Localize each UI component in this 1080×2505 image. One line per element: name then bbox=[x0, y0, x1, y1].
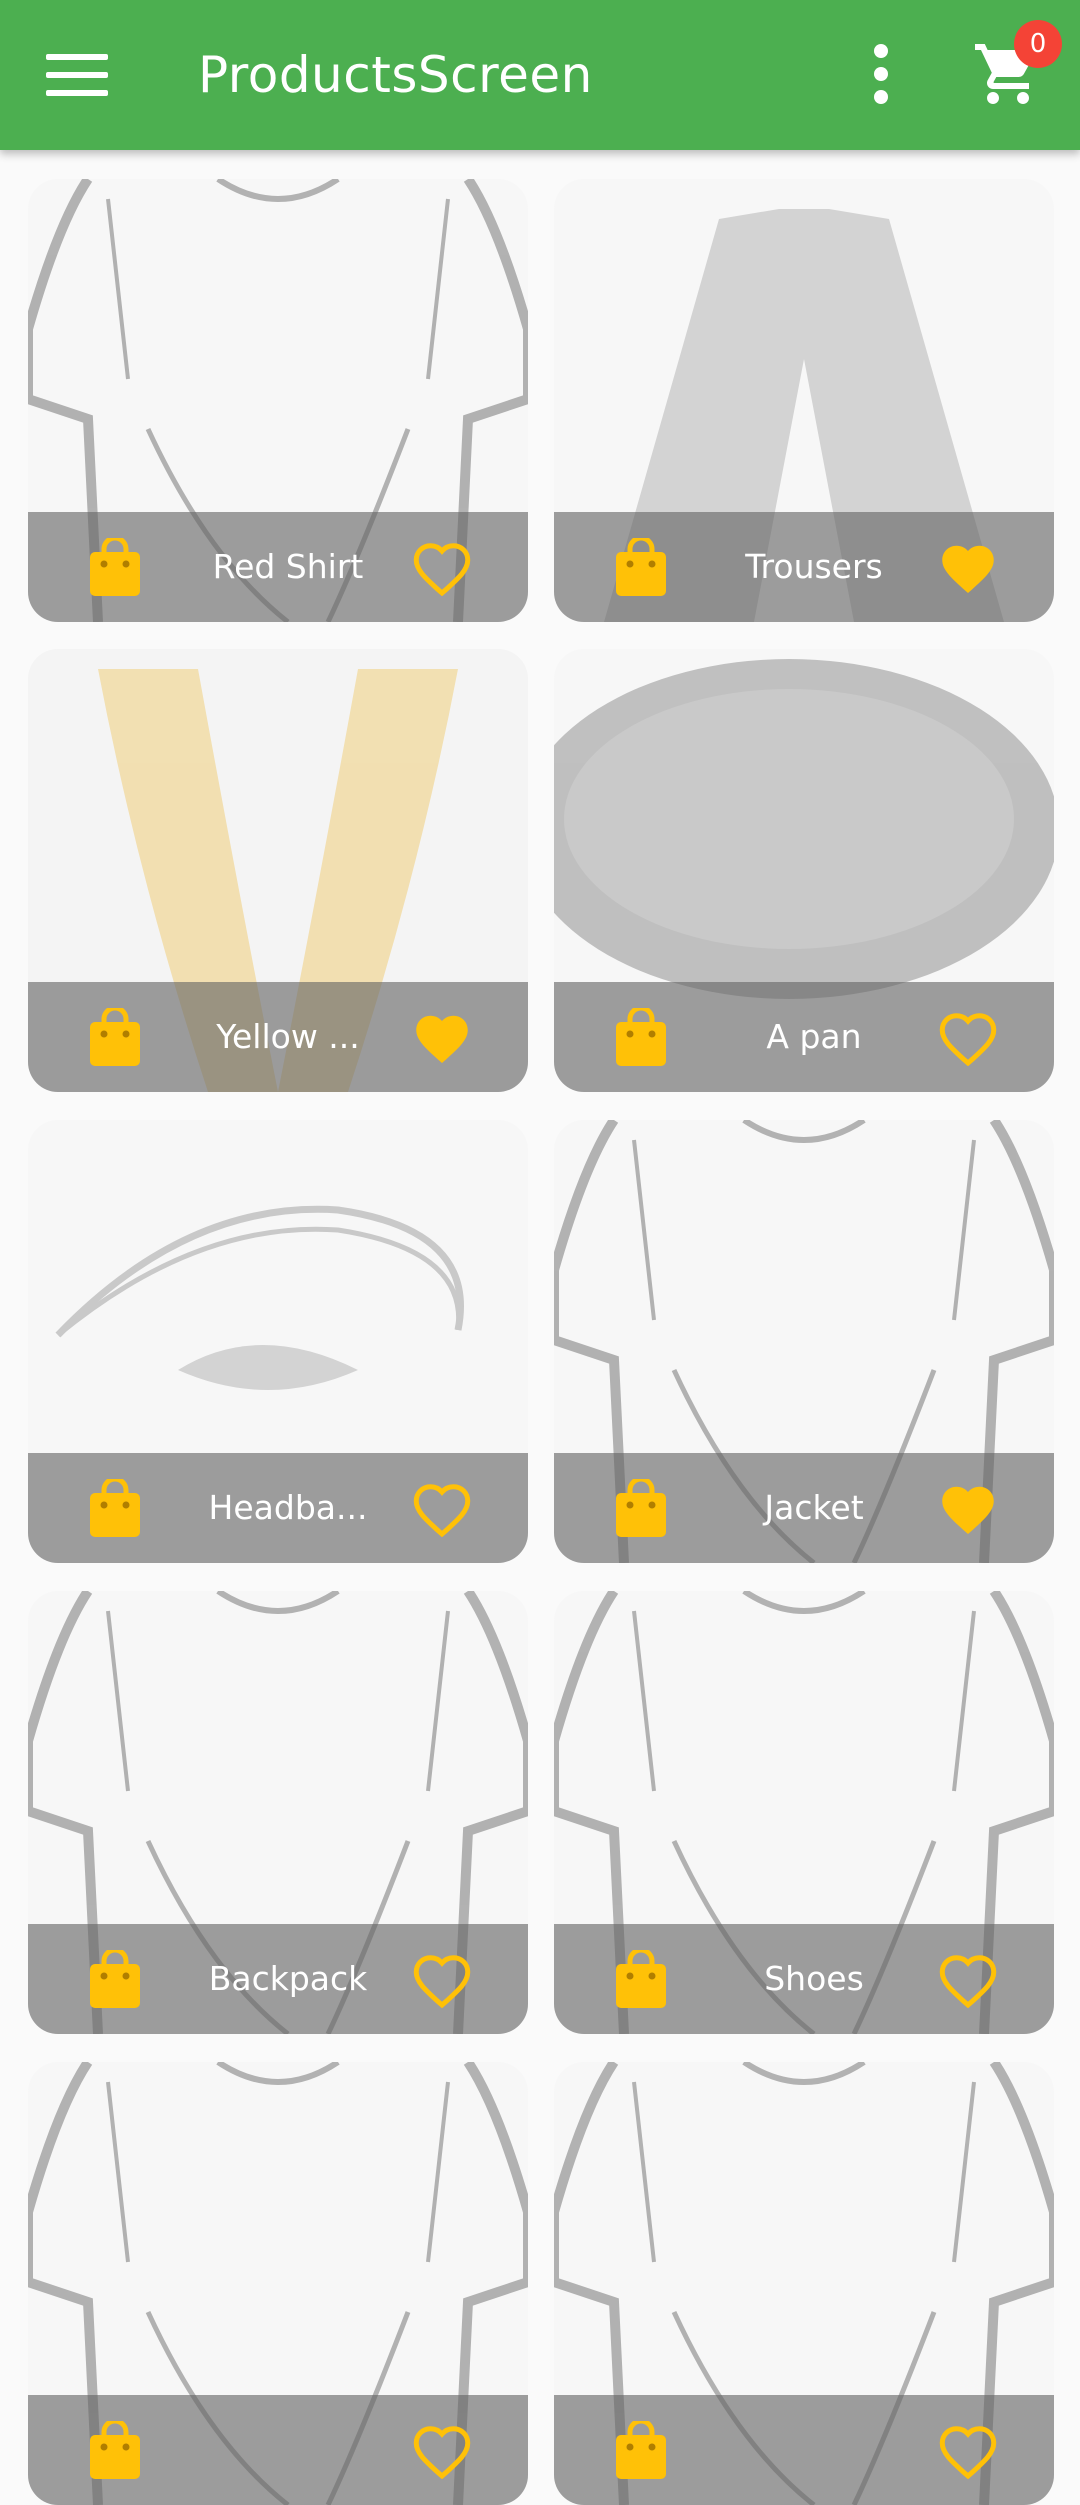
favorite-filled-icon[interactable] bbox=[412, 1010, 472, 1066]
cart-button[interactable]: 0 bbox=[972, 20, 1062, 114]
product-action-bar: Trousers bbox=[554, 512, 1054, 622]
shopping-bag-icon[interactable] bbox=[90, 538, 140, 596]
product-action-bar: Jacket bbox=[554, 1453, 1054, 1563]
favorite-filled-icon[interactable] bbox=[938, 540, 998, 596]
product-card[interactable]: A pan bbox=[554, 649, 1054, 1092]
shopping-bag-icon[interactable] bbox=[90, 1008, 140, 1066]
product-action-bar: A pan bbox=[554, 982, 1054, 1092]
app-bar: ProductsScreen 0 bbox=[0, 0, 1080, 150]
product-card[interactable]: Trousers bbox=[554, 179, 1054, 622]
product-action-bar: Yellow ... bbox=[28, 982, 528, 1092]
shopping-bag-icon[interactable] bbox=[616, 1950, 666, 2008]
favorite-outline-icon[interactable] bbox=[412, 540, 472, 596]
product-name: Red Shirt bbox=[212, 547, 364, 586]
product-name: Trousers bbox=[745, 547, 883, 586]
favorite-outline-icon[interactable] bbox=[412, 1481, 472, 1537]
shopping-bag-icon[interactable] bbox=[90, 1479, 140, 1537]
hamburger-menu-icon[interactable] bbox=[46, 54, 108, 96]
favorite-outline-icon[interactable] bbox=[938, 1010, 998, 1066]
product-name: A pan bbox=[766, 1017, 862, 1056]
product-action-bar: Shoes bbox=[554, 1924, 1054, 2034]
shopping-bag-icon[interactable] bbox=[616, 1008, 666, 1066]
product-name bbox=[188, 2395, 388, 2505]
favorite-outline-icon[interactable] bbox=[412, 2423, 472, 2479]
favorite-filled-icon[interactable] bbox=[938, 1481, 998, 1537]
product-name: Backpack bbox=[208, 1959, 368, 1998]
product-card[interactable]: Shoes bbox=[554, 1591, 1054, 2034]
shopping-bag-icon[interactable] bbox=[90, 1950, 140, 2008]
favorite-outline-icon[interactable] bbox=[938, 1952, 998, 2008]
product-card[interactable]: Jacket bbox=[554, 1120, 1054, 1563]
product-action-bar bbox=[28, 2395, 528, 2505]
product-card[interactable]: Backpack bbox=[28, 1591, 528, 2034]
favorite-outline-icon[interactable] bbox=[938, 2423, 998, 2479]
product-card[interactable]: Yellow ... bbox=[28, 649, 528, 1092]
page-title: ProductsScreen bbox=[198, 46, 593, 104]
product-name: Yellow ... bbox=[216, 1017, 360, 1056]
favorite-outline-icon[interactable] bbox=[412, 1952, 472, 2008]
cart-count-badge: 0 bbox=[1014, 20, 1062, 68]
product-card[interactable] bbox=[554, 2062, 1054, 2505]
shopping-bag-icon[interactable] bbox=[616, 2421, 666, 2479]
product-name: Headba... bbox=[208, 1488, 368, 1527]
product-card[interactable]: Headba... bbox=[28, 1120, 528, 1563]
product-action-bar: Backpack bbox=[28, 1924, 528, 2034]
product-action-bar: Headba... bbox=[28, 1453, 528, 1563]
product-grid: Red Shirt Trousers Yellow ... A pan Headba..… bbox=[0, 0, 1080, 2505]
product-action-bar: Red Shirt bbox=[28, 512, 528, 622]
more-vert-icon[interactable] bbox=[866, 42, 896, 106]
shopping-bag-icon[interactable] bbox=[616, 538, 666, 596]
product-card[interactable] bbox=[28, 2062, 528, 2505]
shopping-bag-icon[interactable] bbox=[616, 1479, 666, 1537]
product-action-bar bbox=[554, 2395, 1054, 2505]
product-name bbox=[714, 2395, 914, 2505]
shopping-bag-icon[interactable] bbox=[90, 2421, 140, 2479]
product-name: Jacket bbox=[764, 1488, 864, 1527]
product-card[interactable]: Red Shirt bbox=[28, 179, 528, 622]
product-name: Shoes bbox=[764, 1959, 864, 1998]
